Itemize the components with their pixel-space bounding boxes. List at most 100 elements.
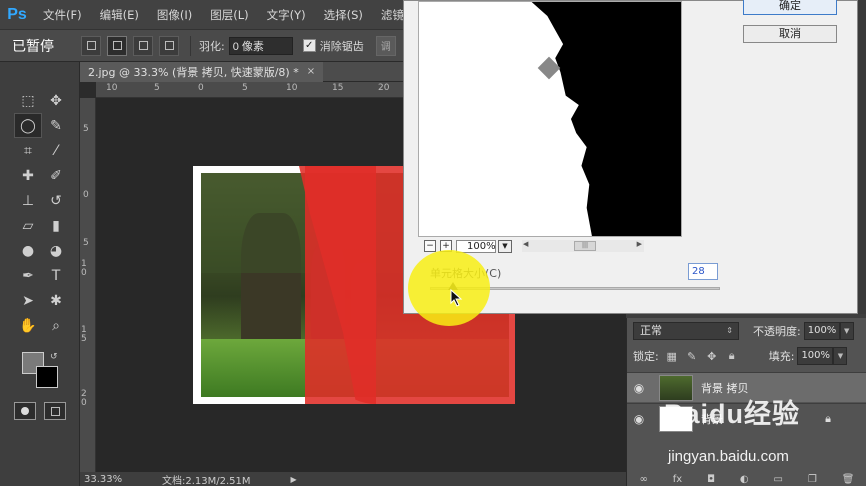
menu-edit[interactable]: 编辑(E): [91, 7, 148, 23]
lock-transparent-icon[interactable]: ▦: [665, 349, 679, 363]
intersect-selection-button[interactable]: [159, 35, 179, 56]
panel-dock-edge: [858, 0, 866, 314]
document-tab[interactable]: 2.jpg @ 33.3% (背景 拷贝, 快速蒙版/8) * ×: [80, 61, 324, 82]
options-divider: [190, 35, 191, 56]
preview-zoom-value[interactable]: 100%: [456, 239, 496, 253]
opacity-input[interactable]: 100%: [803, 322, 840, 340]
tools-panel: ⬚ ✥ ◯ ✎ ⌗ ⁄ ✚ ✐ ⊥ ↺ ▱ ▮ ● ◕ ✒ T ➤ ✱ ✋ ⌕ …: [0, 62, 80, 486]
scroll-left-arrow-icon[interactable]: ◀: [523, 240, 528, 248]
mouse-cursor-icon: [450, 289, 463, 307]
lasso-tool-icon[interactable]: ◯: [14, 113, 42, 138]
type-tool-icon[interactable]: T: [42, 263, 70, 288]
quick-mask-button[interactable]: [14, 402, 36, 420]
gradient-tool-icon[interactable]: ▮: [42, 213, 70, 238]
menu-type[interactable]: 文字(Y): [258, 7, 315, 23]
ruler-h-label: 20: [378, 83, 390, 93]
preview-horizontal-scroll-thumb[interactable]: |||: [574, 241, 596, 251]
menu-layer[interactable]: 图层(L): [201, 7, 257, 23]
ruler-v-label: 0: [83, 190, 89, 200]
swap-colors-icon[interactable]: ↺: [50, 352, 58, 362]
intersect-selection-icon: [164, 41, 174, 50]
brush-tool-icon[interactable]: ✐: [42, 163, 70, 188]
background-color-swatch[interactable]: [36, 366, 58, 388]
opacity-label: 不透明度:: [753, 325, 801, 338]
cell-size-input[interactable]: 28: [688, 263, 718, 280]
history-brush-tool-icon[interactable]: ↺: [42, 188, 70, 213]
preview-horizontal-scrollbar[interactable]: ◀ ||| ▶: [522, 240, 644, 252]
lock-label: 锁定:: [633, 350, 659, 363]
ruler-v-label: 1 5: [81, 325, 87, 344]
zoom-out-button[interactable]: −: [424, 240, 436, 252]
eye-icon[interactable]: ◉: [627, 412, 651, 426]
lock-position-icon[interactable]: ✥: [705, 349, 719, 363]
cursor-highlight: [408, 250, 490, 326]
eyedropper-tool-icon[interactable]: ⁄: [42, 138, 70, 163]
quick-select-tool-icon[interactable]: ✎: [42, 113, 70, 138]
status-menu-arrow-icon[interactable]: ▶: [291, 475, 297, 484]
blend-mode-select[interactable]: 正常 ⇕: [633, 322, 739, 340]
new-selection-button[interactable]: [81, 35, 101, 56]
preview-zoom-controls: − + 100% ▼ ◀ ||| ▶: [424, 239, 684, 253]
menu-select[interactable]: 选择(S): [315, 7, 372, 23]
paused-label: 已暂停: [12, 38, 54, 55]
opacity-dropdown-icon[interactable]: ▼: [839, 322, 854, 340]
scroll-right-arrow-icon[interactable]: ▶: [637, 240, 642, 248]
ruler-h-label: 10: [106, 83, 118, 93]
ruler-v-label: 2 0: [81, 389, 87, 408]
ruler-v-label: 5: [83, 124, 89, 134]
antialias-label: 消除锯齿: [319, 39, 364, 53]
watermark-url: jingyan.baidu.com: [668, 448, 789, 465]
eye-icon[interactable]: ◉: [627, 381, 651, 395]
subtract-selection-button[interactable]: [133, 35, 153, 56]
add-selection-icon: [112, 41, 122, 50]
ruler-h-label: 15: [332, 83, 344, 93]
ruler-h-label: 5: [154, 83, 160, 93]
dodge-tool-icon[interactable]: ◕: [42, 238, 70, 263]
lock-row: 锁定: ▦ ✎ ✥ 🔒︎ 填充: 100% ▼: [633, 346, 863, 366]
lock-all-icon[interactable]: 🔒︎: [725, 349, 739, 363]
eraser-tool-icon[interactable]: ▱: [14, 213, 42, 238]
antialias-checkbox[interactable]: ✓: [302, 39, 316, 52]
ruler-horizontal: 10 5 0 5 10 15 20: [96, 82, 405, 98]
zoom-dropdown-icon[interactable]: ▼: [498, 239, 512, 253]
ruler-h-label: 5: [242, 83, 248, 93]
marquee-tool-icon[interactable]: ⬚: [14, 88, 42, 113]
refine-edge-button[interactable]: 调: [375, 35, 396, 56]
ps-logo: Ps: [7, 5, 27, 23]
chevron-updown-icon: ⇕: [726, 326, 733, 335]
add-selection-button[interactable]: [107, 35, 127, 56]
ruler-vertical: 5 0 5 1 0 1 5 2 0: [80, 98, 96, 472]
fill-dropdown-icon[interactable]: ▼: [833, 347, 848, 365]
feather-input[interactable]: [228, 36, 293, 55]
color-swatches: ↺: [20, 352, 64, 396]
document-tab-title: 2.jpg @ 33.3% (背景 拷贝, 快速蒙版/8) *: [88, 65, 299, 79]
move-tool-icon[interactable]: ✥: [42, 88, 70, 113]
path-select-tool-icon[interactable]: ➤: [14, 288, 42, 313]
zoom-tool-icon[interactable]: ⌕: [42, 313, 70, 338]
link-layers-icon[interactable]: ∞: [639, 474, 647, 485]
zoom-status[interactable]: 33.33%: [80, 474, 160, 485]
menu-image[interactable]: 图像(I): [148, 7, 201, 23]
ruler-h-label: 0: [198, 83, 204, 93]
ok-button[interactable]: 确定: [743, 0, 837, 15]
lock-image-icon[interactable]: ✎: [685, 349, 699, 363]
ruler-v-label: 5: [83, 238, 89, 248]
tool-grid: ⬚ ✥ ◯ ✎ ⌗ ⁄ ✚ ✐ ⊥ ↺ ▱ ▮ ● ◕ ✒ T ➤ ✱ ✋ ⌕: [14, 88, 70, 338]
filter-preview[interactable]: ▼: [418, 1, 682, 237]
blend-row: 正常 ⇕ 不透明度: 100% ▼: [633, 321, 863, 341]
close-icon[interactable]: ×: [307, 66, 315, 77]
watermark-logo: Baidu经验: [664, 399, 801, 429]
pen-tool-icon[interactable]: ✒: [14, 263, 42, 288]
blur-tool-icon[interactable]: ●: [14, 238, 42, 263]
fill-label: 填充:: [768, 350, 795, 363]
stamp-tool-icon[interactable]: ⊥: [14, 188, 42, 213]
fill-input[interactable]: 100%: [797, 347, 834, 365]
cancel-button[interactable]: 取消: [743, 25, 837, 43]
shape-tool-icon[interactable]: ✱: [42, 288, 70, 313]
crop-tool-icon[interactable]: ⌗: [14, 138, 42, 163]
baidu-watermark: Baidu经验 jingyan.baidu.com: [664, 392, 864, 482]
menu-file[interactable]: 文件(F): [34, 7, 91, 23]
hand-tool-icon[interactable]: ✋: [14, 313, 42, 338]
screen-mode-button[interactable]: [44, 402, 66, 420]
healing-brush-tool-icon[interactable]: ✚: [14, 163, 42, 188]
